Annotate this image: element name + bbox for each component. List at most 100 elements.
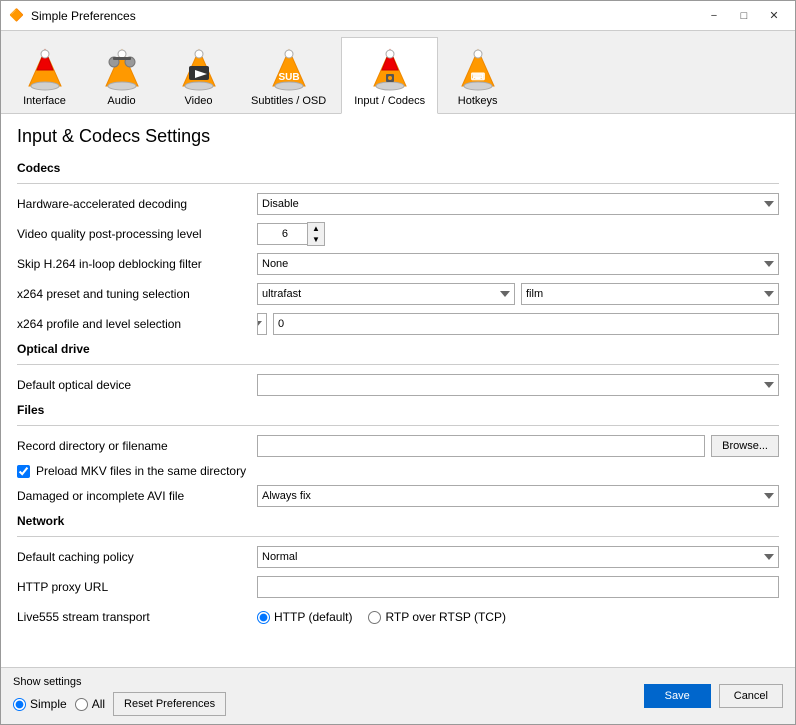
damaged-avi-select[interactable]: Always fix Ask Never fix <box>257 485 779 507</box>
live555-rtp-label: RTP over RTSP (TCP) <box>385 610 505 624</box>
live555-control: HTTP (default) RTP over RTSP (TCP) <box>257 610 779 624</box>
tab-audio-label: Audio <box>107 95 135 107</box>
skip-h264-row: Skip H.264 in-loop deblocking filter Non… <box>17 252 779 276</box>
main-window: 🔶 Simple Preferences − □ ✕ Interface <box>0 0 796 725</box>
record-dir-row: Record directory or filename Browse... <box>17 434 779 458</box>
svg-text:⌨: ⌨ <box>470 72 485 83</box>
live555-http-label: HTTP (default) <box>274 610 352 624</box>
x264-preset-label: x264 preset and tuning selection <box>17 287 257 301</box>
live555-label: Live555 stream transport <box>17 610 257 624</box>
tab-subtitles[interactable]: SUB Subtitles / OSD <box>238 37 339 113</box>
x264-preset-select[interactable]: ultrafast superfast veryfast faster fast… <box>257 283 515 305</box>
record-dir-control: Browse... <box>257 435 779 457</box>
http-proxy-control <box>257 576 779 598</box>
tab-subtitles-label: Subtitles / OSD <box>251 95 326 107</box>
live555-rtp-radio[interactable] <box>368 611 381 624</box>
live555-row: Live555 stream transport HTTP (default) … <box>17 605 779 629</box>
hw-decoding-label: Hardware-accelerated decoding <box>17 197 257 211</box>
quality-input[interactable] <box>257 223 307 245</box>
optical-device-control <box>257 374 779 396</box>
footer-bar: Show settings Simple All Reset Preferenc… <box>1 667 795 724</box>
title-bar: 🔶 Simple Preferences − □ ✕ <box>1 1 795 31</box>
x264-preset-two-col: ultrafast superfast veryfast faster fast… <box>257 283 779 305</box>
http-proxy-label: HTTP proxy URL <box>17 580 257 594</box>
video-icon <box>175 44 223 92</box>
browse-row: Browse... <box>257 435 779 457</box>
preload-mkv-label: Preload MKV files in the same directory <box>36 464 246 478</box>
record-dir-input[interactable] <box>257 435 705 457</box>
caching-policy-select[interactable]: Normal Custom <box>257 546 779 568</box>
audio-icon <box>98 44 146 92</box>
preload-mkv-row: Preload MKV files in the same directory <box>17 464 779 478</box>
http-proxy-input[interactable] <box>257 576 779 598</box>
show-settings-label: Show settings <box>13 676 226 688</box>
tab-input-codecs[interactable]: Input / Codecs <box>341 37 438 114</box>
tab-video[interactable]: Video <box>161 37 236 113</box>
subtitles-icon: SUB <box>265 44 313 92</box>
skip-h264-label: Skip H.264 in-loop deblocking filter <box>17 257 257 271</box>
network-divider <box>17 536 779 537</box>
content-area: Input & Codecs Settings Codecs Hardware-… <box>1 114 795 667</box>
hw-decoding-select[interactable]: Disable Automatic DirectX Video Accelera… <box>257 193 779 215</box>
damaged-avi-control: Always fix Ask Never fix <box>257 485 779 507</box>
skip-h264-control: None Non-ref Bidir Non-key All <box>257 253 779 275</box>
minimize-button[interactable]: − <box>701 6 727 26</box>
spinbox-down[interactable]: ▼ <box>308 234 324 245</box>
tab-bar: Interface Audio <box>1 31 795 114</box>
x264-level-input[interactable] <box>273 313 779 335</box>
x264-profile-label: x264 profile and level selection <box>17 317 257 331</box>
close-button[interactable]: ✕ <box>761 6 787 26</box>
footer-buttons: Save Cancel <box>644 684 783 708</box>
caching-policy-label: Default caching policy <box>17 550 257 564</box>
caching-policy-control: Normal Custom <box>257 546 779 568</box>
all-option[interactable]: All <box>75 697 105 711</box>
x264-preset-row: x264 preset and tuning selection ultrafa… <box>17 282 779 306</box>
browse-button[interactable]: Browse... <box>711 435 779 457</box>
section-files-header: Files <box>17 403 779 417</box>
hw-decoding-control: Disable Automatic DirectX Video Accelera… <box>257 193 779 215</box>
quality-spinbox: ▲ ▼ <box>257 222 327 246</box>
page-title: Input & Codecs Settings <box>17 126 779 147</box>
section-optical-header: Optical drive <box>17 342 779 356</box>
spinbox-buttons: ▲ ▼ <box>307 222 325 246</box>
reset-button[interactable]: Reset Preferences <box>113 692 226 716</box>
skip-h264-select[interactable]: None Non-ref Bidir Non-key All <box>257 253 779 275</box>
input-codecs-icon <box>366 44 414 92</box>
live555-http-radio[interactable] <box>257 611 270 624</box>
maximize-button[interactable]: □ <box>731 6 757 26</box>
x264-profile-select[interactable]: baseline main high <box>257 313 267 335</box>
spinbox-up[interactable]: ▲ <box>308 223 324 234</box>
live555-rtp-option[interactable]: RTP over RTSP (TCP) <box>368 610 505 624</box>
tab-interface-label: Interface <box>23 95 66 107</box>
http-proxy-row: HTTP proxy URL <box>17 575 779 599</box>
window-controls: − □ ✕ <box>701 6 787 26</box>
quality-level-control: ▲ ▼ <box>257 222 779 246</box>
optical-device-label: Default optical device <box>17 378 257 392</box>
x264-profile-row: x264 profile and level selection baselin… <box>17 312 779 336</box>
save-button[interactable]: Save <box>644 684 711 708</box>
window-title: Simple Preferences <box>31 9 701 23</box>
cancel-button[interactable]: Cancel <box>719 684 783 708</box>
interface-icon <box>21 44 69 92</box>
simple-radio[interactable] <box>13 698 26 711</box>
record-dir-label: Record directory or filename <box>17 439 257 453</box>
optical-divider <box>17 364 779 365</box>
optical-device-select[interactable] <box>257 374 779 396</box>
all-radio[interactable] <box>75 698 88 711</box>
files-divider <box>17 425 779 426</box>
caching-policy-row: Default caching policy Normal Custom <box>17 545 779 569</box>
tab-audio[interactable]: Audio <box>84 37 159 113</box>
x264-tuning-select[interactable]: film animation grain stillimage psnr ssi… <box>521 283 779 305</box>
preload-mkv-checkbox[interactable] <box>17 465 30 478</box>
section-network-header: Network <box>17 514 779 528</box>
damaged-avi-label: Damaged or incomplete AVI file <box>17 489 257 503</box>
tab-interface[interactable]: Interface <box>7 37 82 113</box>
simple-label: Simple <box>30 697 67 711</box>
tab-hotkeys[interactable]: ⌨ Hotkeys <box>440 37 515 113</box>
section-codecs-header: Codecs <box>17 161 779 175</box>
damaged-avi-row: Damaged or incomplete AVI file Always fi… <box>17 484 779 508</box>
simple-option[interactable]: Simple <box>13 697 67 711</box>
x264-profile-control: baseline main high <box>257 313 779 335</box>
svg-text:SUB: SUB <box>278 72 299 83</box>
live555-http-option[interactable]: HTTP (default) <box>257 610 352 624</box>
